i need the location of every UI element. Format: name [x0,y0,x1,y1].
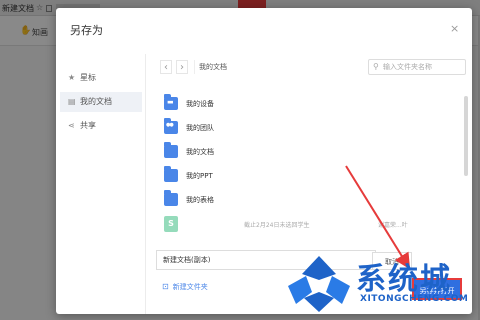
search-input[interactable] [383,62,463,72]
sidebar-item-label: 星标 [80,73,96,82]
item-meta: 截止2月24日未选回学生 [244,222,310,229]
item-name: 我的PPT [186,172,213,180]
spreadsheet-file-icon: S [164,216,178,232]
sidebar-item-starred[interactable]: ★ 星标 [60,68,142,88]
list-item[interactable]: 我的设备 [154,94,454,116]
watermark-title: 系统城 [356,262,452,297]
sidebar-item-label: 共享 [80,121,96,130]
item-name: 我的设备 [186,100,214,108]
star-icon: ★ [68,73,76,82]
folder-icon [164,166,178,182]
item-name: 我的团队 [186,124,214,132]
sidebar-item-label: 我的文档 [80,97,112,106]
watermark-url: XITONGCHENG.COM [360,294,469,304]
breadcrumb: 我的文档 [194,60,364,74]
list-item[interactable]: 我的PPT [154,166,454,188]
sidebar-item-my-documents[interactable]: ▤ 我的文档 [60,92,142,112]
list-item[interactable]: S 截止2月24日未选回学生 谢嘉荣...叶 [154,214,454,236]
item-name: 我的文档 [186,148,214,156]
watermark-logo [288,256,350,312]
list-item[interactable]: 我的表格 [154,190,454,212]
share-icon: ⋖ [68,121,75,130]
item-meta: 谢嘉荣...叶 [378,222,408,229]
search-box[interactable]: ⚲ [368,59,466,75]
item-name: 我的表格 [186,196,214,204]
team-folder-icon [164,118,178,134]
sidebar-item-shared[interactable]: ⋖ 共享 [60,116,142,136]
device-folder-icon [164,94,178,110]
folder-icon [164,190,178,206]
dialog-title: 另存为 [70,24,103,37]
new-folder-button[interactable]: ⊡ 新建文件夹 [162,282,208,292]
list-item[interactable]: 我的文档 [154,142,454,164]
document-icon: ▤ [68,97,76,106]
search-icon: ⚲ [373,62,379,71]
list-item[interactable]: 我的团队 [154,118,454,140]
new-folder-icon: ⊡ [162,282,169,291]
close-icon[interactable]: × [450,22,459,35]
folder-icon [164,142,178,158]
back-button[interactable]: ‹ [160,60,172,74]
scrollbar[interactable] [464,96,468,176]
forward-button[interactable]: › [176,60,188,74]
new-folder-label: 新建文件夹 [172,283,208,291]
dialog-sidebar: ★ 星标 ▤ 我的文档 ⋖ 共享 [56,54,146,314]
